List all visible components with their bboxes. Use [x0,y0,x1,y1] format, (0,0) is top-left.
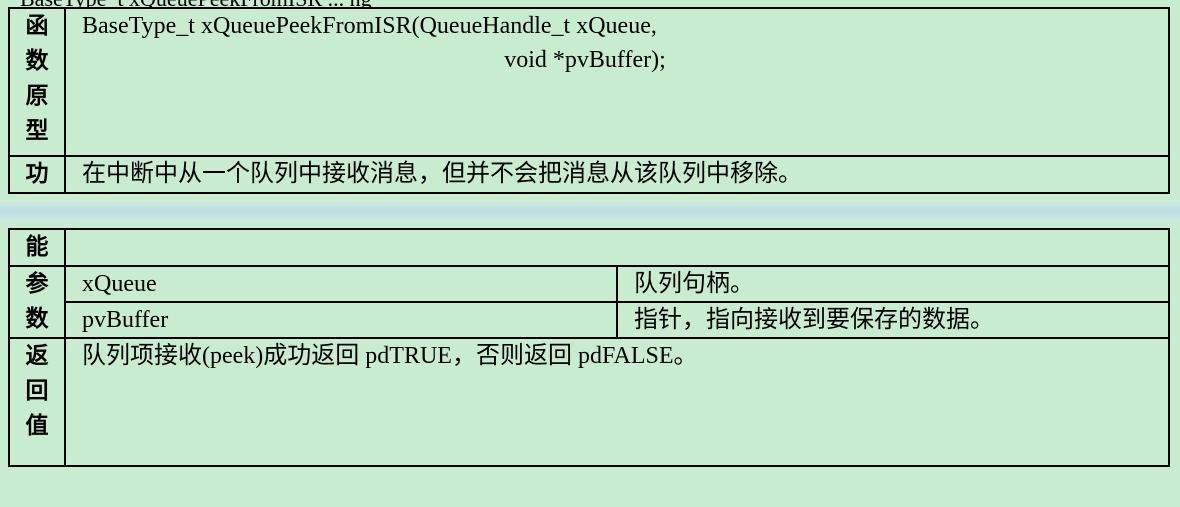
param-desc: 队列句柄。 [616,265,1170,303]
label-char: 数 [25,306,49,332]
param-row: pvBuffer 指针，指向接收到要保存的数据。 [9,301,1170,339]
function-description-cont [64,228,1170,267]
function-label-cont: 能 [8,228,66,267]
label-char: 参 [25,271,49,297]
label-char: 值 [25,413,49,439]
label-char: 函 [25,13,49,39]
label-char: 回 [25,378,49,404]
label-char: 数 [25,48,49,74]
label-char: 返 [25,343,49,369]
return-row: 返 回 值 队列项接收(peek)成功返回 pdTRUE，否则返回 pdFALS… [8,337,1170,467]
prototype-label: 函 数 原 型 [8,7,66,157]
prototype-cell: BaseType_t xQueuePeekFromISR(QueueHandle… [64,7,1170,157]
param-desc: 指针，指向接收到要保存的数据。 [616,301,1170,339]
label-char: 功 [25,161,49,187]
prototype-line-2: void *pvBuffer); [504,47,666,73]
function-row-cont: 能 [8,228,1170,267]
page-break-band [0,200,1180,222]
function-description: 在中断中从一个队列中接收消息，但并不会把消息从该队列中移除。 [64,155,1170,194]
return-description: 队列项接收(peek)成功返回 pdTRUE，否则返回 pdFALSE。 [64,337,1170,467]
param-name: pvBuffer [64,301,618,339]
params-label: 参 数 [8,265,66,339]
label-char: 型 [25,118,49,144]
prototype-line-1: BaseType_t xQueuePeekFromISR(QueueHandle… [82,13,657,39]
function-row: 功 在中断中从一个队列中接收消息，但并不会把消息从该队列中移除。 [8,155,1170,194]
api-table-part-1: 函 数 原 型 BaseType_t xQueuePeekFromISR(Que… [8,7,1170,194]
label-char: 能 [25,234,49,260]
return-label: 返 回 值 [8,337,66,467]
param-name: xQueue [64,265,618,303]
param-row: 参 数 xQueue 队列句柄。 [8,265,1170,339]
prototype-row: 函 数 原 型 BaseType_t xQueuePeekFromISR(Que… [8,7,1170,157]
function-label: 功 [8,155,66,194]
label-char: 原 [25,83,49,109]
api-table-part-2: 能 参 数 xQueue 队列句柄。 pvBuffer 指针，指向接收到要保存的… [8,228,1170,467]
